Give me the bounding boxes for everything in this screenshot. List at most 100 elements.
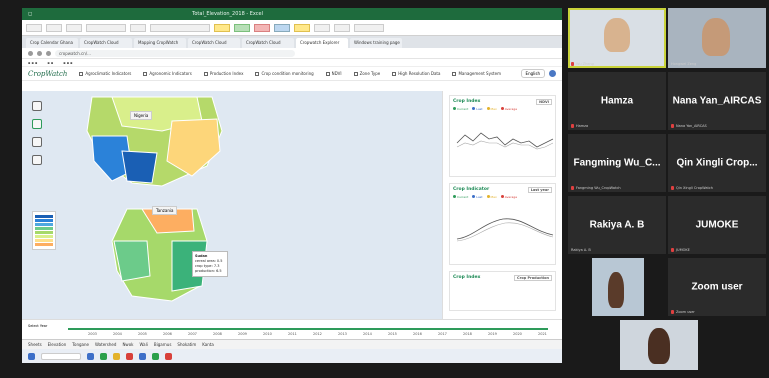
search-box[interactable]	[41, 352, 81, 360]
sort-filter[interactable]	[354, 23, 384, 32]
number-format[interactable]	[150, 23, 210, 32]
url-input[interactable]: cropwatch.cn/...	[55, 49, 295, 57]
year-tick[interactable]: 2003	[88, 332, 97, 336]
year-tick[interactable]: 2017	[438, 332, 447, 336]
ribbon-cell[interactable]	[334, 23, 350, 32]
style-good[interactable]	[234, 23, 250, 32]
year-tick[interactable]: 2004	[113, 332, 122, 336]
sheet-tab[interactable]: Shokatim	[177, 342, 196, 347]
browser-tab[interactable]: Crop Calendar Ghana	[26, 38, 78, 48]
participant-tile[interactable]: Hamza Hamza	[568, 72, 666, 130]
legend-item[interactable]: Max	[487, 195, 497, 199]
ribbon-cell[interactable]	[314, 23, 330, 32]
language-select[interactable]: English	[520, 69, 545, 78]
sheet-tab[interactable]: Sheets	[28, 342, 42, 347]
sheet-tab[interactable]: Watershed	[95, 342, 116, 347]
legend-item[interactable]: Max	[487, 107, 497, 111]
style-neutral[interactable]	[294, 23, 310, 32]
ribbon-cell[interactable]	[66, 23, 82, 32]
production-select[interactable]: Crop Production	[514, 275, 552, 281]
browser-tab[interactable]: CropWatch Cloud	[80, 38, 132, 48]
print-icon[interactable]	[32, 137, 42, 147]
cropwatch-logo[interactable]: CropWatch	[28, 70, 67, 78]
nav-agronomic[interactable]: Agronomic Indicators	[143, 71, 192, 76]
excel-icon[interactable]	[100, 352, 107, 360]
user-avatar[interactable]	[549, 70, 556, 77]
autosave-icon[interactable]: ◻	[28, 11, 32, 17]
ribbon-cell[interactable]	[46, 23, 62, 32]
folder-icon[interactable]	[113, 352, 120, 360]
browser-tab[interactable]: Windows training page	[350, 38, 402, 48]
participant-tile[interactable]: Nana Yan_AIRCAS Nana Yan_AIRCAS	[668, 72, 766, 130]
year-tick[interactable]: 2016	[413, 332, 422, 336]
year-tick[interactable]: 2007	[188, 332, 197, 336]
legend-item[interactable]: Last	[472, 107, 482, 111]
back-icon[interactable]	[28, 50, 33, 56]
select-icon[interactable]	[32, 119, 42, 129]
year-tick[interactable]: 2020	[513, 332, 522, 336]
font-box[interactable]	[86, 23, 126, 32]
timeline-track[interactable]	[68, 328, 548, 330]
sheet-tab[interactable]: Kanta	[202, 342, 214, 347]
ribbon-cell[interactable]	[26, 23, 42, 32]
style-bad[interactable]	[254, 23, 270, 32]
year-tick[interactable]: 2013	[338, 332, 347, 336]
browser-tab[interactable]: CropWatch Cloud	[242, 38, 294, 48]
browser-tab[interactable]: Mapping CropWatch	[134, 38, 186, 48]
year-tick[interactable]: 2008	[213, 332, 222, 336]
bookmark-item[interactable]: ▪ ▪ ▪	[28, 61, 37, 65]
nav-agroclimatic[interactable]: Agroclimatic Indicators	[79, 71, 131, 76]
year-tick[interactable]: 2015	[388, 332, 397, 336]
bookmark-item[interactable]: ▪ ▪ ▪	[63, 61, 72, 65]
bookmark-item[interactable]: ▪ ▪	[47, 61, 53, 65]
year-tick[interactable]: 2005	[138, 332, 147, 336]
sheet-tab[interactable]: Wali	[139, 342, 147, 347]
participant-tile[interactable]: Fangming Wu_C... Fangming Wu_CropWatch	[568, 134, 666, 192]
year-tick[interactable]: 2012	[313, 332, 322, 336]
participant-tile-video[interactable]	[620, 320, 698, 370]
forward-icon[interactable]	[37, 50, 42, 56]
start-icon[interactable]	[28, 352, 35, 360]
nav-ndvi[interactable]: NDVI	[325, 71, 342, 76]
zoom-icon[interactable]	[139, 352, 146, 360]
sheet-tab[interactable]: Elevation	[48, 342, 67, 347]
app-icon[interactable]	[165, 352, 172, 360]
year-tick[interactable]: 2018	[463, 332, 472, 336]
year-tick[interactable]: 2019	[488, 332, 497, 336]
year-tick[interactable]: 2014	[363, 332, 372, 336]
legend-item[interactable]: Last	[472, 195, 482, 199]
sheet-tab[interactable]: Bigarnus	[154, 342, 172, 347]
pin-icon[interactable]	[32, 155, 42, 165]
nav-zone[interactable]: Zone Type	[353, 71, 380, 76]
legend-item[interactable]: Average	[501, 195, 517, 199]
nav-production[interactable]: Production Index	[203, 71, 243, 76]
explorer-icon[interactable]	[87, 352, 94, 360]
year-tick[interactable]: 2011	[288, 332, 297, 336]
legend-item[interactable]: Current	[453, 195, 468, 199]
participant-tile-video[interactable]: Hongwei Zeng	[668, 8, 766, 68]
period-select[interactable]: Last year	[527, 187, 552, 193]
year-tick[interactable]: 2006	[163, 332, 172, 336]
index-select[interactable]: NDVI	[536, 99, 552, 105]
legend-item[interactable]: Current	[453, 107, 468, 111]
legend-item[interactable]: Average	[501, 107, 517, 111]
chrome-icon[interactable]	[126, 352, 133, 360]
browser-tab-active[interactable]: Cropwatch Explorer	[296, 38, 348, 48]
map-view[interactable]: Nigeria Tanzania Sudan cereal area: 0.5 …	[22, 91, 442, 319]
ribbon-cell[interactable]	[130, 23, 146, 32]
nav-management[interactable]: Management System	[452, 71, 501, 76]
style-note[interactable]	[274, 23, 290, 32]
year-tick[interactable]: 2010	[263, 332, 272, 336]
year-tick[interactable]: 2009	[238, 332, 247, 336]
wechat-icon[interactable]	[152, 352, 159, 360]
participant-tile[interactable]: Qin Xingli Crop... Qin Xingli CropWatch	[668, 134, 766, 192]
year-tick[interactable]: 2021	[538, 332, 547, 336]
browser-tab[interactable]: CropWatch Cloud	[188, 38, 240, 48]
nav-highres[interactable]: High Resolution Data	[392, 71, 440, 76]
sheet-tab[interactable]: Tongane	[72, 342, 89, 347]
layers-icon[interactable]	[32, 101, 42, 111]
year-timeline[interactable]: Select Year 2003 2004 2005 2006 2007 200…	[22, 319, 562, 339]
sheet-tab[interactable]: Nwok	[122, 342, 133, 347]
nav-condition[interactable]: Crop condition monitoring	[255, 71, 314, 76]
style-neutral[interactable]	[214, 23, 230, 32]
